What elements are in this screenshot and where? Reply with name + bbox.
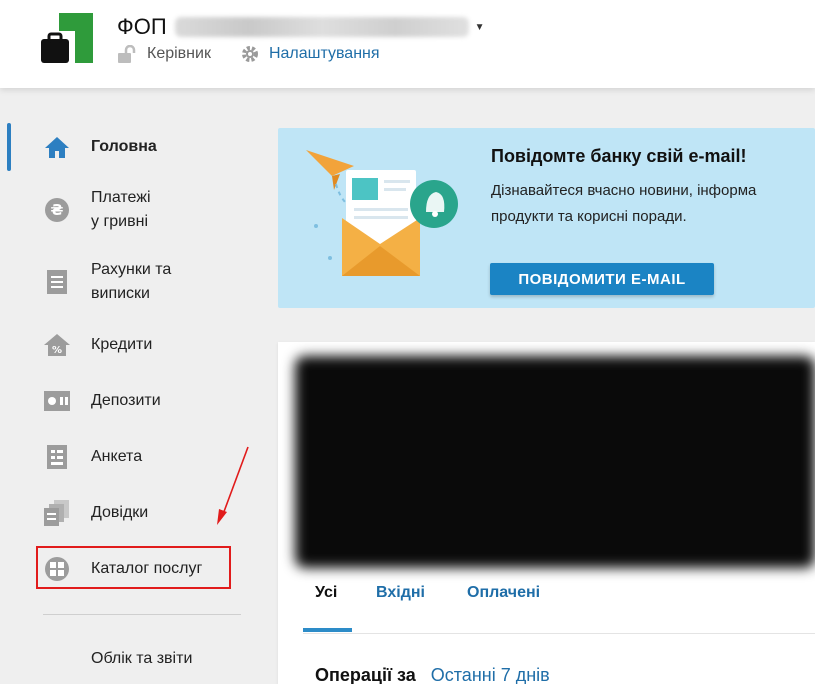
statement-icon	[43, 268, 71, 296]
promo-title: Повідомте банку свій e-mail!	[491, 146, 747, 166]
lock-open-icon	[118, 45, 136, 63]
sidebar-item-accounts[interactable]: Рахунки та виписки	[0, 258, 260, 306]
chevron-down-icon[interactable]: ▼	[475, 22, 485, 33]
redacted-account-summary	[295, 356, 815, 568]
sidebar-item-payments[interactable]: ₴ Платежі у гривні	[0, 186, 260, 234]
sidebar-item-home[interactable]: Головна	[0, 133, 260, 161]
bank-logo	[41, 13, 93, 63]
settings-link[interactable]: Налаштування	[269, 45, 380, 63]
top-header: ФОП ▼ Керівник Налаштування	[0, 0, 815, 88]
sidebar-item-label: Кредити	[91, 336, 153, 353]
svg-text:₴: ₴	[51, 201, 64, 219]
form-icon	[43, 443, 71, 471]
deposit-icon	[43, 387, 71, 415]
gear-icon[interactable]	[241, 45, 259, 63]
tab-all[interactable]: Усі	[315, 584, 337, 602]
sidebar-item-label: Анкета	[91, 448, 143, 465]
svg-text:%: %	[52, 345, 62, 356]
operations-period-row: Операції за Останні 7 днів	[315, 665, 550, 684]
active-tab-underline	[303, 628, 352, 632]
account-type-label: ФОП	[117, 14, 167, 39]
period-dropdown[interactable]: Останні 7 днів	[431, 665, 550, 684]
sidebar-item-deposits[interactable]: Депозити	[0, 387, 260, 415]
email-envelope-illustration	[306, 150, 458, 276]
sidebar-item-label: Довідки	[91, 504, 149, 521]
promo-text: Дізнавайтеся вчасно новини, інформа прод…	[491, 178, 756, 230]
sidebar: Головна ₴ Платежі у гривні Рахунки та ви…	[0, 88, 270, 684]
promo-text-line: продукти та корисні поради.	[491, 208, 687, 225]
account-title[interactable]: ФОП ▼	[117, 14, 485, 40]
promo-text-line: Дізнавайтеся вчасно новини, інформа	[491, 182, 757, 199]
sidebar-item-accounting[interactable]: Облік та звіти	[0, 645, 260, 673]
tab-paid[interactable]: Оплачені	[467, 584, 540, 602]
hryvnia-icon: ₴	[43, 196, 71, 224]
redacted-account-name	[174, 17, 469, 37]
sidebar-item-credits[interactable]: % Кредити	[0, 331, 260, 359]
red-arrow-annotation	[217, 446, 249, 525]
email-promo-card: Повідомте банку свій e-mail! Дізнавайтес…	[278, 128, 815, 308]
sidebar-divider	[43, 614, 241, 615]
sidebar-item-label: Платежі у гривні	[91, 189, 151, 230]
operations-period-label: Операції за	[315, 665, 416, 684]
tab-incoming[interactable]: Вхідні	[376, 584, 425, 602]
role-label: Керівник	[147, 45, 211, 62]
operations-tabs: Усі Вхідні Оплачені	[303, 576, 815, 634]
sidebar-item-label: Рахунки та виписки	[91, 261, 172, 302]
documents-icon	[43, 499, 71, 527]
sidebar-item-label: Депозити	[91, 392, 161, 409]
sidebar-item-label: Головна	[91, 138, 157, 155]
sidebar-item-label: Облік та звіти	[91, 650, 193, 667]
highlight-box	[36, 546, 231, 589]
header-subrow: Керівник Налаштування	[117, 45, 380, 63]
home-icon	[43, 133, 71, 161]
notify-email-button[interactable]: ПОВІДОМИТИ E-MAIL	[490, 263, 714, 295]
credit-house-icon: %	[43, 331, 71, 359]
